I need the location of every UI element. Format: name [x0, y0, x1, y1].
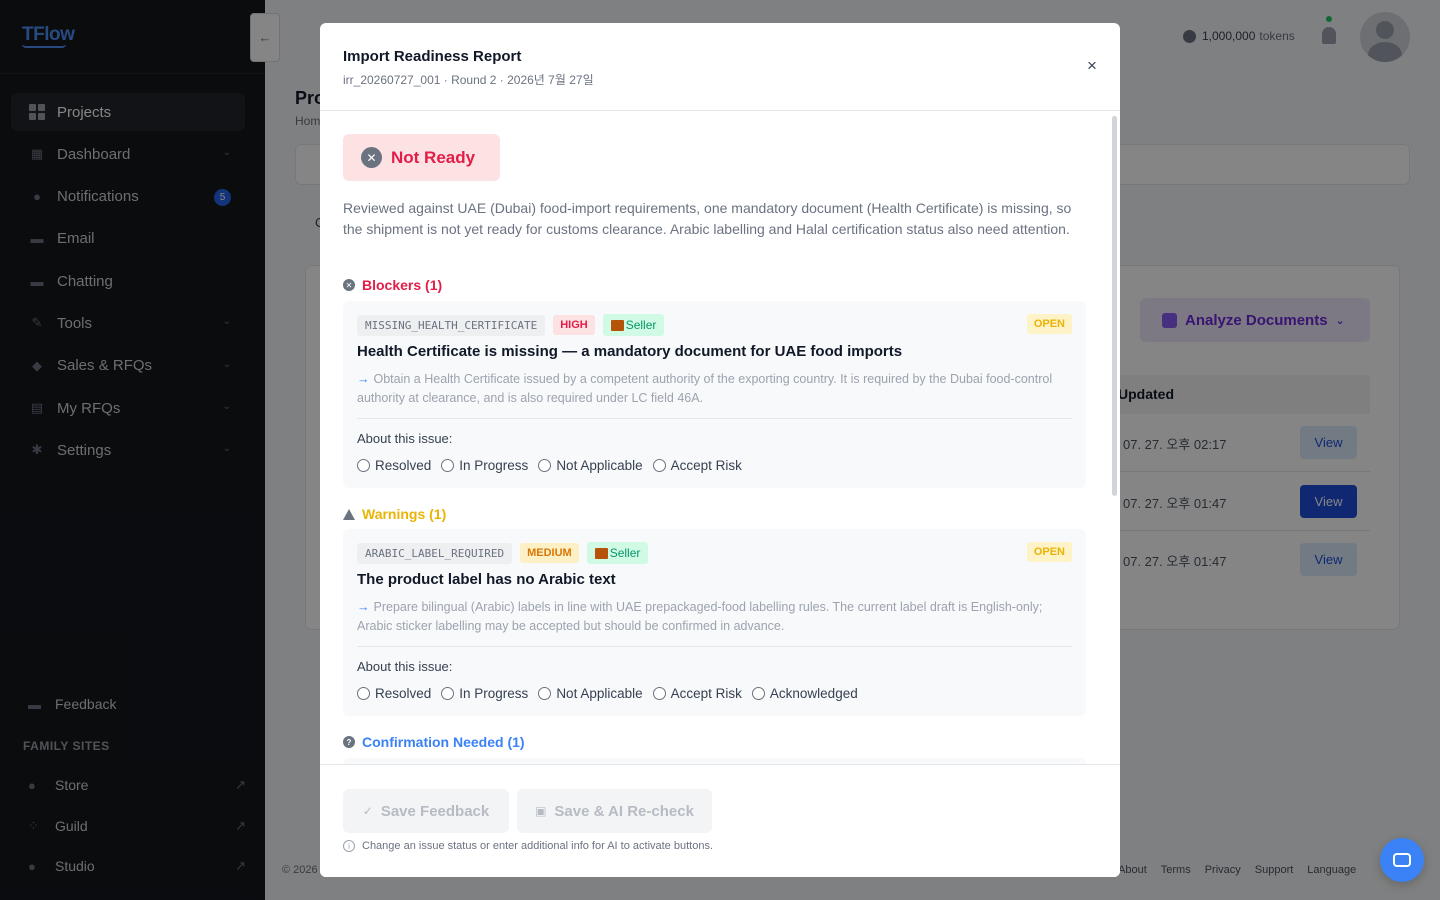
factory-icon — [610, 319, 624, 331]
radio-label: Resolved — [375, 686, 432, 701]
radio-accept-risk[interactable]: Accept Risk — [652, 458, 742, 473]
issue-divider — [357, 646, 1072, 647]
save-feedback-label: Save Feedback — [380, 802, 490, 820]
radio-in-progress[interactable]: In Progress — [441, 458, 528, 473]
issue-tags: ARABIC_LABEL_REQUIRED MEDIUM Seller — [357, 542, 649, 564]
issue-action: → Obtain a Health Certificate issued by a… — [357, 370, 1067, 408]
radio-circle[interactable] — [357, 687, 370, 700]
warning-issue-card: ARABIC_LABEL_REQUIRED MEDIUM Seller OPEN… — [343, 529, 1086, 716]
info-icon: i — [343, 840, 355, 852]
about-issue-label: About this issue: — [357, 431, 453, 446]
warning-triangle-icon — [343, 508, 355, 520]
issue-action-text: Obtain a Health Certificate issued by a … — [357, 372, 1053, 405]
save-feedback-button[interactable]: ✓ Save Feedback — [343, 789, 509, 833]
radio-circle[interactable] — [652, 459, 666, 472]
modal-body: ✕ Not Ready Reviewed against UAE (Dubai)… — [320, 111, 1120, 764]
save-ai-recheck-button[interactable]: ▣ Save & AI Re-check — [517, 789, 712, 833]
chat-bubble-icon — [1393, 853, 1411, 867]
arrow-right-icon: → — [357, 600, 370, 614]
party-badge: Seller — [602, 314, 665, 336]
modal-header: Import Readiness Report irr_20260727_001… — [320, 23, 1120, 111]
radio-accept-risk[interactable]: Accept Risk — [652, 686, 742, 701]
radio-circle[interactable] — [441, 459, 455, 472]
radio-circle[interactable] — [652, 687, 666, 700]
modal-title: Import Readiness Report — [343, 48, 522, 65]
radio-label: In Progress — [459, 686, 529, 701]
radio-not-applicable[interactable]: Not Applicable — [538, 686, 643, 701]
warnings-title: Warnings (1) — [362, 506, 447, 522]
robot-icon: ▣ — [535, 804, 547, 818]
issue-action-text: Prepare bilingual (Arabic) labels in lin… — [357, 600, 1043, 633]
radio-resolved[interactable]: Resolved — [357, 458, 431, 473]
check-icon: ✓ — [362, 804, 373, 818]
question-circle-icon: ? — [343, 736, 355, 748]
about-issue-label: About this issue: — [357, 659, 453, 674]
confirmation-title: Confirmation Needed (1) — [362, 734, 525, 750]
radio-label: Resolved — [375, 458, 432, 473]
radio-circle[interactable] — [538, 687, 552, 700]
radio-not-applicable[interactable]: Not Applicable — [538, 458, 643, 473]
party-badge: Seller — [586, 542, 649, 564]
status-badge: ✕ Not Ready — [343, 134, 500, 181]
radio-circle[interactable] — [538, 459, 552, 472]
report-summary: Reviewed against UAE (Dubai) food-import… — [343, 200, 1072, 237]
radio-label: Accept Risk — [670, 686, 742, 701]
party-label: Seller — [625, 318, 657, 332]
party-label: Seller — [609, 546, 641, 560]
issue-status-radios: Resolved In Progress Not Applicable Acce… — [357, 686, 858, 701]
radio-label: Not Applicable — [556, 686, 643, 701]
issue-tags: MISSING_HEALTH_CERTIFICATE HIGH Seller — [357, 314, 665, 336]
modal-scrollbar[interactable] — [1112, 116, 1117, 496]
radio-label: In Progress — [459, 458, 529, 473]
close-icon[interactable]: × — [1082, 56, 1102, 76]
x-circle-icon: ✕ — [343, 279, 355, 291]
import-readiness-modal: Import Readiness Report irr_20260727_001… — [320, 23, 1120, 877]
hint-text: Change an issue status or enter addition… — [362, 840, 713, 852]
blocker-issue-card: MISSING_HEALTH_CERTIFICATE HIGH Seller O… — [343, 301, 1086, 488]
issue-code: ARABIC_LABEL_REQUIRED — [357, 542, 513, 564]
status-text: Not Ready — [391, 147, 476, 167]
modal-subtitle: irr_20260727_001 · Round 2 · 2026년 7월 27… — [343, 73, 594, 87]
factory-icon — [594, 547, 608, 559]
blockers-title: Blockers (1) — [362, 277, 443, 293]
issue-title: The product label has no Arabic text — [357, 571, 616, 588]
blockers-heading: ✕ Blockers (1) — [343, 277, 442, 293]
issue-code: MISSING_HEALTH_CERTIFICATE — [357, 314, 546, 336]
arrow-right-icon: → — [357, 372, 370, 386]
issue-action: → Prepare bilingual (Arabic) labels in li… — [357, 598, 1067, 636]
radio-circle[interactable] — [357, 459, 370, 472]
radio-circle[interactable] — [441, 687, 455, 700]
issue-divider — [357, 418, 1072, 419]
issue-state-badge: OPEN — [1026, 314, 1072, 334]
x-circle-icon: ✕ — [361, 147, 382, 168]
confirmation-heading: ? Confirmation Needed (1) — [343, 734, 525, 750]
footer-hint: i Change an issue status or enter additi… — [343, 840, 713, 852]
severity-badge: MEDIUM — [520, 543, 579, 563]
warnings-heading: Warnings (1) — [343, 506, 446, 522]
issue-title: Health Certificate is missing — a mandat… — [357, 343, 903, 360]
severity-badge: HIGH — [553, 315, 595, 335]
issue-status-radios: Resolved In Progress Not Applicable Acce… — [357, 458, 742, 473]
radio-resolved[interactable]: Resolved — [357, 686, 431, 701]
save-ai-recheck-label: Save & AI Re-check — [554, 802, 694, 820]
radio-label: Accept Risk — [670, 458, 742, 473]
modal-footer: ✓ Save Feedback ▣ Save & AI Re-check i C… — [320, 764, 1120, 877]
radio-acknowledged[interactable]: Acknowledged — [751, 686, 858, 701]
radio-label: Acknowledged — [769, 686, 858, 701]
radio-circle[interactable] — [751, 687, 765, 700]
issue-state-badge: OPEN — [1026, 542, 1072, 562]
radio-in-progress[interactable]: In Progress — [441, 686, 528, 701]
radio-label: Not Applicable — [556, 458, 643, 473]
chat-fab-button[interactable] — [1380, 838, 1424, 882]
